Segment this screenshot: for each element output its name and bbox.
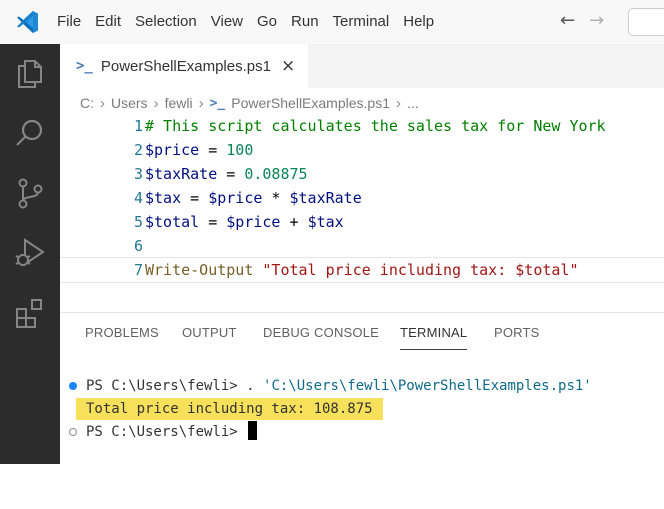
chevron-right-icon: › bbox=[100, 94, 105, 112]
menu-terminal[interactable]: Terminal bbox=[326, 0, 397, 44]
code-text: $total = $price + $tax bbox=[145, 213, 344, 231]
tab-problems[interactable]: PROBLEMS bbox=[85, 325, 159, 340]
tab-terminal[interactable]: TERMINAL bbox=[400, 325, 468, 350]
title-bar: File Edit Selection View Go Run Terminal… bbox=[0, 0, 664, 44]
terminal-line: PS C:\Users\fewli> . 'C:\Users\fewli\Pow… bbox=[60, 375, 592, 397]
chevron-right-icon: › bbox=[153, 94, 159, 112]
menu-file[interactable]: File bbox=[50, 0, 88, 44]
terminal-prompt[interactable]: PS C:\Users\fewli> bbox=[86, 421, 258, 443]
menu-run[interactable]: Run bbox=[284, 0, 326, 44]
chevron-right-icon: › bbox=[198, 94, 204, 112]
run-debug-icon[interactable] bbox=[13, 236, 47, 270]
panel-tab-bar: PROBLEMS OUTPUT DEBUG CONSOLE TERMINAL P… bbox=[60, 313, 664, 353]
code-text: $price = 100 bbox=[145, 141, 254, 159]
bottom-panel: PROBLEMS OUTPUT DEBUG CONSOLE TERMINAL P… bbox=[60, 312, 664, 465]
powershell-file-icon: >_ bbox=[209, 95, 226, 111]
line-number: 3 bbox=[133, 165, 143, 183]
line-number: 4 bbox=[133, 189, 143, 207]
line-number: 6 bbox=[133, 237, 143, 255]
line-number: 1 bbox=[133, 117, 143, 135]
code-text: $tax = $price * $taxRate bbox=[145, 189, 362, 207]
activity-bar bbox=[0, 44, 60, 464]
terminal-output: Total price including tax: 108.875 bbox=[76, 398, 383, 420]
code-line: 4 $tax = $price * $taxRate bbox=[60, 186, 664, 210]
terminal-line: Total price including tax: 108.875 bbox=[60, 398, 383, 420]
navigation-arrows: ← → bbox=[560, 10, 604, 31]
menu-help[interactable]: Help bbox=[396, 0, 441, 44]
code-line: 5 $total = $price + $tax bbox=[60, 210, 664, 234]
editor-tab-bar: >_ PowerShellExamples.ps1 × bbox=[60, 44, 664, 88]
command-empty-dot-icon bbox=[69, 428, 77, 436]
terminal-command: PS C:\Users\fewli> . 'C:\Users\fewli\Pow… bbox=[86, 378, 592, 394]
extensions-icon[interactable] bbox=[13, 296, 47, 330]
code-text: $taxRate = 0.08875 bbox=[145, 165, 308, 183]
explorer-icon[interactable] bbox=[13, 56, 47, 90]
code-text: Write-Output "Total price including tax:… bbox=[145, 261, 579, 279]
command-success-dot-icon[interactable] bbox=[69, 382, 77, 390]
code-line: 2 $price = 100 bbox=[60, 138, 664, 162]
forward-arrow-icon[interactable]: → bbox=[589, 10, 604, 31]
breadcrumb: C: › Users › fewli › >_ PowerShellExampl… bbox=[80, 92, 419, 114]
breadcrumb-file[interactable]: PowerShellExamples.ps1 bbox=[231, 95, 390, 111]
menu-edit[interactable]: Edit bbox=[88, 0, 128, 44]
tab-debug-console[interactable]: DEBUG CONSOLE bbox=[263, 325, 379, 340]
close-icon[interactable]: × bbox=[281, 56, 295, 76]
menu-selection[interactable]: Selection bbox=[128, 0, 204, 44]
tab-ports[interactable]: PORTS bbox=[494, 325, 540, 340]
menu-go[interactable]: Go bbox=[250, 0, 284, 44]
code-line: 3 $taxRate = 0.08875 bbox=[60, 162, 664, 186]
vscode-logo-icon bbox=[10, 5, 44, 39]
breadcrumb-users[interactable]: Users bbox=[111, 95, 148, 111]
line-number: 2 bbox=[133, 141, 143, 159]
tab-label: PowerShellExamples.ps1 bbox=[100, 57, 271, 75]
breadcrumb-more[interactable]: ... bbox=[407, 95, 419, 111]
line-number: 7 bbox=[133, 261, 143, 279]
breadcrumb-drive[interactable]: C: bbox=[80, 95, 94, 111]
tab-powershell-examples[interactable]: >_ PowerShellExamples.ps1 × bbox=[60, 44, 308, 88]
chevron-right-icon: › bbox=[395, 94, 401, 112]
code-line: 6 bbox=[60, 234, 664, 258]
code-line: 1 # This script calculates the sales tax… bbox=[60, 114, 664, 138]
powershell-file-icon: >_ bbox=[76, 58, 93, 74]
terminal-line: PS C:\Users\fewli> bbox=[60, 421, 258, 443]
code-line-current: 7 Write-Output "Total price including ta… bbox=[60, 257, 664, 283]
code-text: # This script calculates the sales tax f… bbox=[145, 117, 606, 135]
terminal-cursor bbox=[248, 421, 258, 440]
tab-output[interactable]: OUTPUT bbox=[182, 325, 237, 340]
source-control-icon[interactable] bbox=[13, 176, 47, 210]
menu-view[interactable]: View bbox=[204, 0, 250, 44]
breadcrumb-fewli[interactable]: fewli bbox=[165, 95, 193, 111]
search-icon[interactable] bbox=[13, 116, 47, 150]
command-center-search[interactable] bbox=[628, 8, 664, 36]
line-number: 5 bbox=[133, 213, 143, 231]
code-editor[interactable]: 1 # This script calculates the sales tax… bbox=[60, 114, 664, 304]
back-arrow-icon[interactable]: ← bbox=[560, 10, 575, 31]
